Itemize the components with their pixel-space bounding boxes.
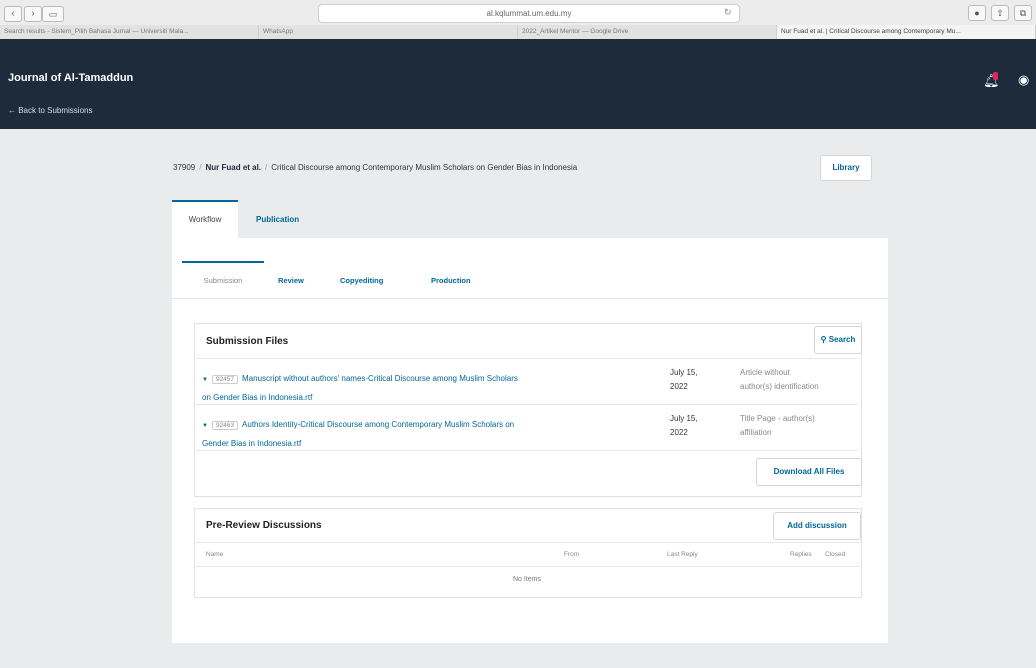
expand-triangle-icon[interactable]: ▼ (202, 423, 208, 429)
library-button[interactable]: Library (820, 155, 872, 181)
tab-workflow[interactable]: Workflow (172, 200, 238, 238)
row-divider (194, 542, 860, 543)
file-date: July 15, (670, 414, 698, 423)
expand-triangle-icon[interactable]: ▼ (202, 377, 208, 383)
discussions-title: Pre-Review Discussions (206, 520, 322, 531)
file-date: 2022 (670, 382, 688, 391)
row-divider (196, 358, 858, 359)
share-icon[interactable]: ⇧ (991, 5, 1009, 21)
file-row[interactable]: ▼ 92457 Manuscript without authors' names-… (196, 362, 858, 402)
sidebar-toggle-icon[interactable]: ▭ (42, 6, 64, 22)
tabs-overview-icon[interactable]: ⧉ (1014, 5, 1032, 21)
file-row[interactable]: ▼ 92463 Authors Identity-Critical Discours… (196, 408, 858, 448)
file-type: author(s) identification (740, 382, 819, 391)
browser-tab[interactable]: Search results - Sistem_Pilih Bahasa Jur… (0, 25, 259, 39)
settings-icon[interactable]: ● (968, 5, 986, 21)
file-name[interactable]: on Gender Bias in Indonesia.rtf (202, 393, 312, 402)
column-header-last-reply: Last Reply (667, 551, 698, 558)
reload-icon[interactable]: ↻ (724, 4, 732, 21)
tab-review[interactable]: Review (278, 263, 304, 299)
subtab-divider (172, 298, 888, 299)
submission-files-title: Submission Files (206, 336, 289, 347)
empty-state: No Items (512, 576, 541, 583)
tab-production[interactable]: Production (431, 263, 471, 299)
submission-title: Critical Discourse among Contemporary Mu… (271, 163, 578, 172)
row-divider (196, 450, 858, 451)
download-all-files-button[interactable]: Download All Files (756, 458, 862, 486)
browser-tab[interactable]: 2022_Artikel Mentor — Google Drive (518, 25, 777, 39)
app-header (0, 39, 1036, 129)
file-id: 92457 (211, 375, 239, 384)
tab-publication[interactable]: Publication (248, 202, 307, 238)
journal-title[interactable]: Journal of Al-Tamaddun (8, 72, 133, 84)
column-header-replies: Replies (790, 551, 812, 558)
browser-tab-bar: Search results - Sistem_Pilih Bahasa Jur… (0, 25, 1036, 39)
file-type: Title Page - author(s) (740, 414, 815, 423)
browser-right-tools: ● ⇧ ⧉ (968, 5, 1032, 21)
file-type: affiliation (740, 428, 772, 437)
column-header-closed: Closed (825, 551, 846, 558)
tab-copyediting[interactable]: Copyediting (340, 263, 383, 299)
url-bar[interactable]: al.kqlummat.um.edu.my (318, 4, 740, 23)
notification-badge (993, 72, 998, 80)
browser-tab[interactable]: WhatsApp (259, 25, 518, 39)
search-button[interactable]: ⚲ Search (814, 326, 862, 354)
back-arrow-icon[interactable]: ‹ (4, 6, 22, 22)
row-divider (194, 566, 860, 567)
file-id: 92463 (211, 421, 239, 430)
search-label: Search (828, 335, 856, 344)
search-icon: ⚲ (820, 335, 829, 344)
add-discussion-button[interactable]: Add discussion (773, 512, 861, 540)
browser-nav-buttons: ‹ › (4, 6, 42, 22)
file-name[interactable]: Gender Bias in Indonesia.rtf (202, 439, 301, 448)
column-header-name: Name (206, 551, 224, 558)
file-name[interactable]: Authors Identity-Critical Discourse amon… (242, 420, 514, 429)
user-icon[interactable]: ◉ (1018, 72, 1029, 88)
file-date: 2022 (670, 428, 688, 437)
forward-arrow-icon[interactable]: › (24, 6, 42, 22)
tab-submission[interactable]: Submission (182, 261, 264, 299)
browser-tab-active[interactable]: Nur Fuad et al. | Critical Discourse amo… (777, 25, 1036, 39)
file-date: July 15, (670, 368, 698, 377)
file-type: Article without (740, 368, 790, 377)
submission-id: 37909 (173, 163, 196, 172)
file-name[interactable]: Manuscript without authors' names-Critic… (242, 374, 518, 383)
back-to-submissions-link[interactable]: ← Back to Submissions (8, 106, 92, 115)
column-header-from: From (564, 551, 580, 558)
row-divider (196, 404, 858, 405)
breadcrumb: 37909/Nur Fuad et al. / Critical Discourse… (173, 163, 578, 172)
submission-author: Nur Fuad et al. (205, 163, 262, 172)
